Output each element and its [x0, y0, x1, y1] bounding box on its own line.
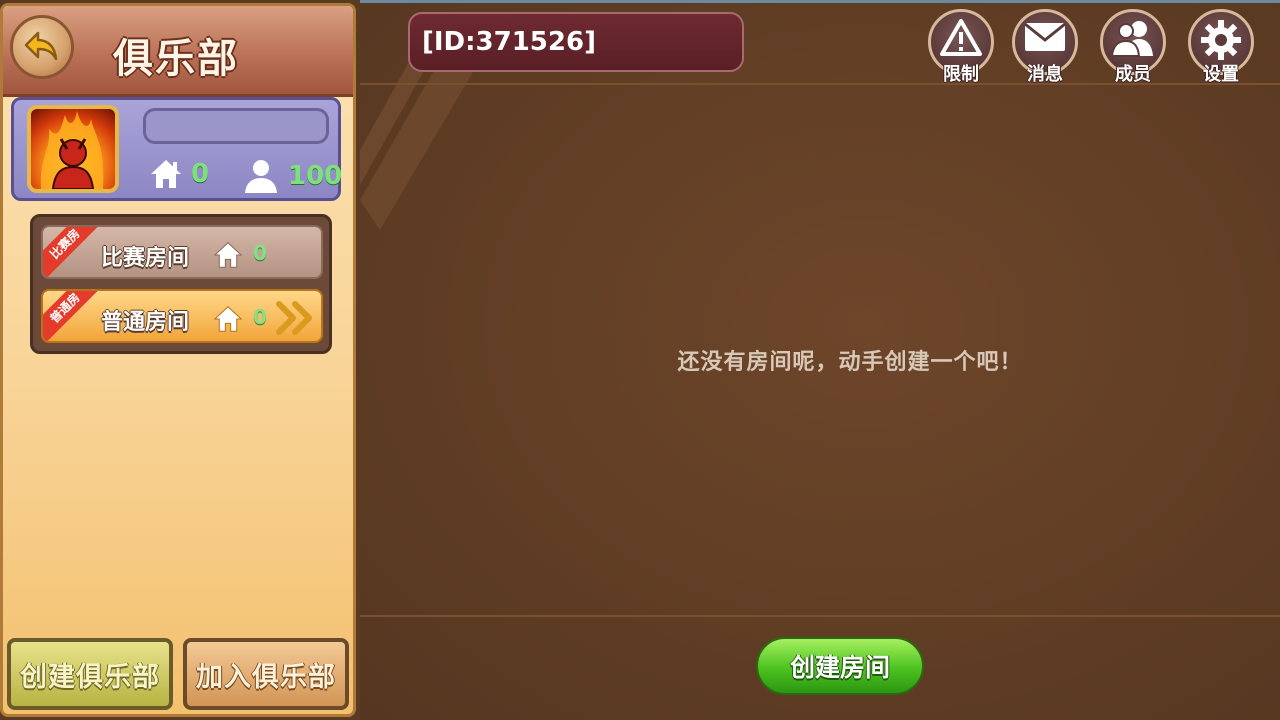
club-side-panel: 俱乐部 0 100 比赛房 比赛房间 0 普通房 普通房间 0 创建俱乐部 加入…: [0, 3, 356, 717]
double-chevron-right-icon: [276, 301, 312, 335]
back-button[interactable]: [10, 15, 74, 79]
gear-icon: [1201, 20, 1241, 60]
club-profile-card: 0 100: [11, 97, 342, 201]
mail-icon: [1024, 22, 1066, 51]
member-count-stat: 100: [242, 158, 342, 194]
house-icon: [151, 160, 181, 188]
room-area: [ID:371526] 限制 消息 成员 设置 还没有房间呢，动手创建一个吧！ …: [360, 0, 1280, 720]
member-count-value: 100: [288, 161, 343, 191]
ribbon-badge: 比赛房: [43, 227, 102, 277]
empty-room-message: 还没有房间呢，动手创建一个吧！: [677, 350, 1023, 375]
create-club-button[interactable]: 创建俱乐部: [7, 638, 173, 710]
room-type-list: 比赛房 比赛房间 0 普通房 普通房间 0: [30, 214, 332, 354]
messages-label: 消息: [1027, 64, 1063, 85]
person-icon: [245, 160, 277, 193]
settings-label: 设置: [1203, 64, 1239, 85]
top-edge-strip: [360, 0, 1280, 3]
club-name-field: [143, 108, 329, 144]
room-count-stat: 0: [149, 158, 209, 190]
warning-icon: [940, 19, 982, 56]
page-title: 俱乐部: [113, 36, 239, 82]
room-count-value: 0: [191, 159, 210, 189]
back-arrow-icon: [24, 31, 58, 61]
room-type-label: 比赛房间: [101, 246, 190, 271]
tab-match-room[interactable]: 比赛房 比赛房间 0: [41, 225, 323, 279]
join-club-button[interactable]: 加入俱乐部: [183, 638, 349, 710]
room-type-label: 普通房间: [101, 310, 190, 335]
house-icon: [213, 242, 243, 268]
club-avatar[interactable]: [27, 105, 119, 193]
club-title-bar: 俱乐部: [3, 6, 353, 97]
ribbon-badge: 普通房: [43, 291, 102, 341]
house-icon: [213, 306, 243, 332]
members-label: 成员: [1115, 64, 1151, 85]
restriction-label: 限制: [943, 64, 979, 85]
room-type-count: 0: [253, 305, 267, 329]
room-type-count: 0: [253, 241, 267, 265]
members-icon: [1110, 21, 1153, 57]
tab-normal-room[interactable]: 普通房 普通房间 0: [41, 289, 323, 343]
create-room-button[interactable]: 创建房间: [756, 637, 924, 695]
club-id-label: [ID:371526]: [408, 12, 744, 72]
